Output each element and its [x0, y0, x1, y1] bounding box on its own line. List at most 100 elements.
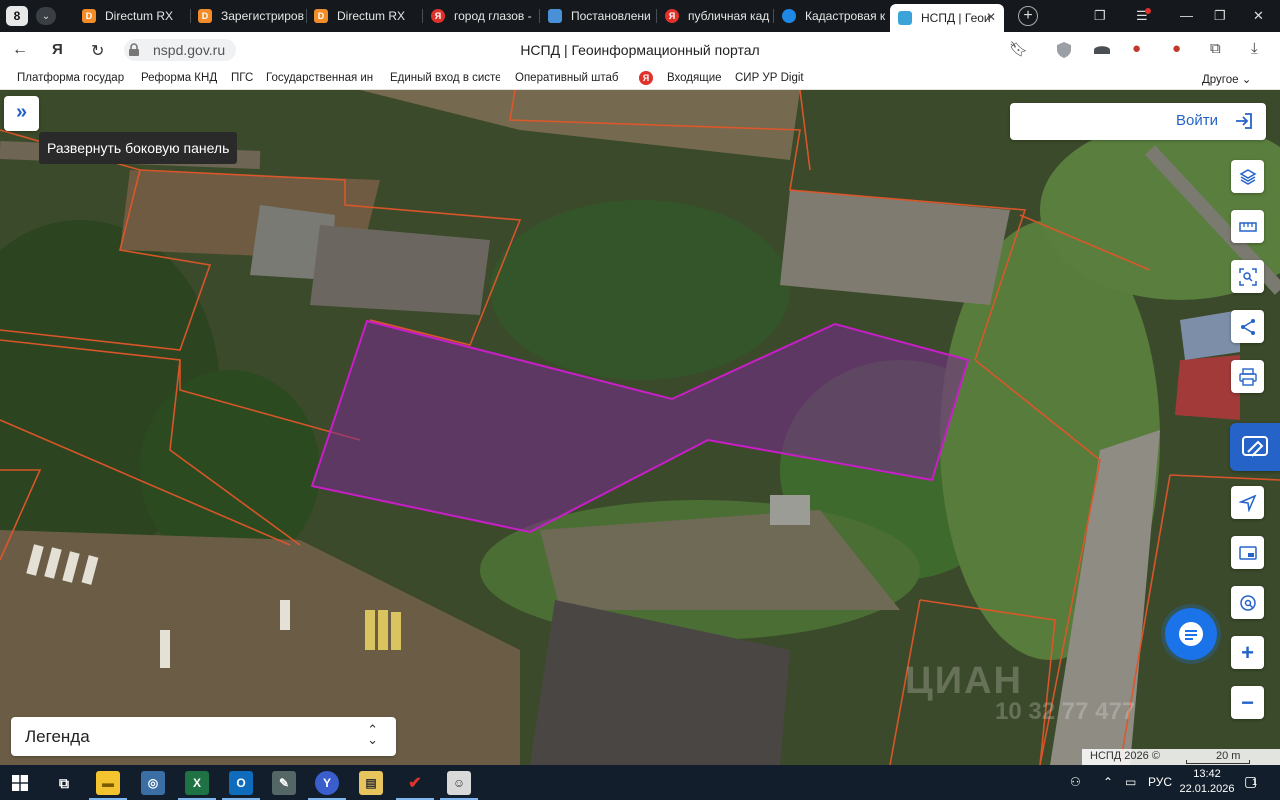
bookmark-item[interactable]: Реформа КНД	[141, 72, 217, 84]
new-tab-button[interactable]: +	[1018, 6, 1038, 26]
url-text[interactable]: nspd.gov.ru	[153, 42, 225, 58]
ruler-icon	[1238, 221, 1257, 232]
login-label: Войти	[1176, 112, 1218, 129]
reload-icon[interactable]: ↻	[91, 41, 104, 61]
bookmarks-bar: Платформа государ Реформа КНД ПГС Госуда…	[0, 68, 1280, 90]
layers-icon	[1238, 168, 1257, 185]
login-button[interactable]: Войти	[1010, 103, 1266, 140]
shield-icon[interactable]	[1055, 41, 1073, 59]
measure-button[interactable]	[1231, 210, 1264, 243]
yandex-icon: Я	[665, 9, 679, 23]
tab-label: публичная кад	[688, 9, 770, 23]
bookmark-item[interactable]: СИР УР Digit	[735, 72, 804, 84]
tray-expand-icon[interactable]: ⌃	[1103, 775, 1113, 789]
time: 13:42	[1193, 768, 1221, 780]
close-tab-icon[interactable]: ✕	[986, 10, 996, 24]
tab-count-badge[interactable]: 8	[6, 6, 28, 26]
sidebar-tooltip: Развернуть боковую панель	[39, 132, 238, 164]
directum-icon: D	[314, 9, 328, 23]
zoom-in-button[interactable]: +	[1231, 636, 1264, 669]
minimap-button[interactable]	[1231, 536, 1264, 569]
bookmark-item[interactable]: Платформа государ	[17, 72, 124, 84]
expand-sidebar-button[interactable]: »	[4, 96, 39, 131]
tab-label: Кадастровая к	[805, 9, 886, 23]
collections-icon[interactable]: ❐	[1094, 8, 1106, 24]
people-icon[interactable]: ⚇	[1070, 775, 1081, 789]
yandex-icon: Я	[639, 71, 653, 85]
area-select-button[interactable]	[1231, 260, 1264, 293]
tab-label: город глазов -	[454, 9, 532, 23]
tab-5[interactable]: Постановлени	[540, 2, 656, 30]
address-bar: ← Я ↻ nspd.gov.ru НСПД | Геоинформационн…	[0, 32, 1280, 68]
bookmark-item[interactable]: Оперативный штаб	[515, 72, 619, 84]
bookmark-icon[interactable]: 🔖︎	[1009, 40, 1028, 58]
yandex-browser-icon[interactable]: Y	[308, 771, 346, 800]
close-window-icon[interactable]: ✕	[1253, 8, 1264, 24]
notification-dot	[1145, 8, 1151, 14]
geo-search-button[interactable]	[1231, 586, 1264, 619]
restore-icon[interactable]: ❐	[1214, 8, 1226, 24]
satellite-imagery	[0, 90, 1280, 765]
bookmark-item[interactable]: Входящие	[667, 72, 722, 84]
tab-2[interactable]: D Зарегистриров	[190, 2, 306, 30]
extension-icon[interactable]	[1093, 42, 1111, 58]
tab-4[interactable]: Я город глазов -	[423, 2, 539, 30]
feedback-button[interactable]	[1230, 423, 1280, 471]
tab-1[interactable]: D Directum RX	[74, 2, 189, 30]
watermark: ЦИАН	[905, 660, 1023, 702]
extension-icon[interactable]: ●	[1172, 40, 1181, 57]
nspd-icon	[898, 11, 912, 25]
chat-button[interactable]	[1165, 608, 1217, 660]
other-bookmarks[interactable]: Другое ⌄	[1202, 72, 1251, 86]
yandex-home-icon[interactable]: Я	[52, 41, 63, 58]
expand-collapse-icon: ⌃ ⌄	[367, 722, 378, 747]
print-button[interactable]	[1231, 360, 1264, 393]
tab-6[interactable]: Я публичная кад	[657, 2, 773, 30]
zoom-out-button[interactable]: −	[1231, 686, 1264, 719]
watermark-phone: 10 32 77 477	[995, 698, 1136, 725]
tab-label: НСПД | Геои	[921, 11, 991, 25]
navigation-arrow-icon	[1238, 494, 1256, 512]
app-icon[interactable]: ✔	[396, 771, 434, 800]
download-icon[interactable]: ⤓	[1251, 40, 1258, 57]
tab-label: Зарегистриров	[221, 9, 304, 23]
extensions-puzzle-icon[interactable]: ⧉	[1210, 40, 1221, 57]
outlook-icon[interactable]: O	[222, 771, 260, 800]
locate-button[interactable]	[1231, 486, 1264, 519]
excel-icon[interactable]: X	[178, 771, 216, 800]
display-icon[interactable]: ▭	[1125, 775, 1136, 789]
tab-active[interactable]: НСПД | Геои ✕	[890, 4, 1004, 32]
tab-7[interactable]: Кадастровая к	[774, 2, 888, 30]
map-canvas[interactable]: ЦИАН 10 32 77 477 » Развернуть боковую п…	[0, 90, 1280, 765]
browser-tab-bar: 8 ⌄ D Directum RX D Зарегистриров D Dire…	[0, 0, 1280, 32]
windows-start-icon[interactable]	[12, 775, 28, 791]
minimize-icon[interactable]: —	[1180, 8, 1193, 23]
login-icon	[1236, 113, 1252, 129]
lock-icon	[129, 43, 139, 56]
print-icon	[1238, 367, 1257, 386]
task-view-icon[interactable]: ⧉	[52, 771, 76, 795]
copyright-text: НСПД 2026 ©	[1090, 750, 1160, 762]
geo-search-icon	[1239, 594, 1256, 611]
app-icon[interactable]: ✎	[272, 771, 296, 795]
back-icon[interactable]: ←	[12, 41, 28, 59]
app-icon[interactable]: ☺	[440, 771, 478, 800]
language-indicator[interactable]: РУС	[1148, 775, 1172, 789]
bookmark-item[interactable]: Единый вход в систе	[390, 72, 500, 84]
file-explorer-icon[interactable]: ▬	[89, 771, 127, 800]
app-icon[interactable]: ▤	[359, 771, 383, 795]
scale-label: 20 m	[1216, 750, 1241, 762]
bookmark-item[interactable]: Государственная ин	[266, 72, 373, 84]
map-attribution: НСПД 2026 © 20 m	[1082, 749, 1280, 765]
tab-3[interactable]: D Directum RX	[306, 2, 422, 30]
layers-button[interactable]	[1231, 160, 1264, 193]
minimap-icon	[1238, 545, 1257, 560]
tabs-dropdown-icon[interactable]: ⌄	[36, 7, 56, 25]
share-button[interactable]	[1231, 310, 1264, 343]
legend-panel[interactable]: Легенда ⌃ ⌄	[11, 717, 396, 756]
feedback-icon	[1242, 436, 1268, 457]
clock[interactable]: 13:42 22.01.2026	[1176, 767, 1238, 797]
extension-icon[interactable]: ●	[1132, 40, 1141, 57]
app-icon[interactable]: ◎	[141, 771, 165, 795]
bookmark-item[interactable]: ПГС	[231, 72, 253, 84]
